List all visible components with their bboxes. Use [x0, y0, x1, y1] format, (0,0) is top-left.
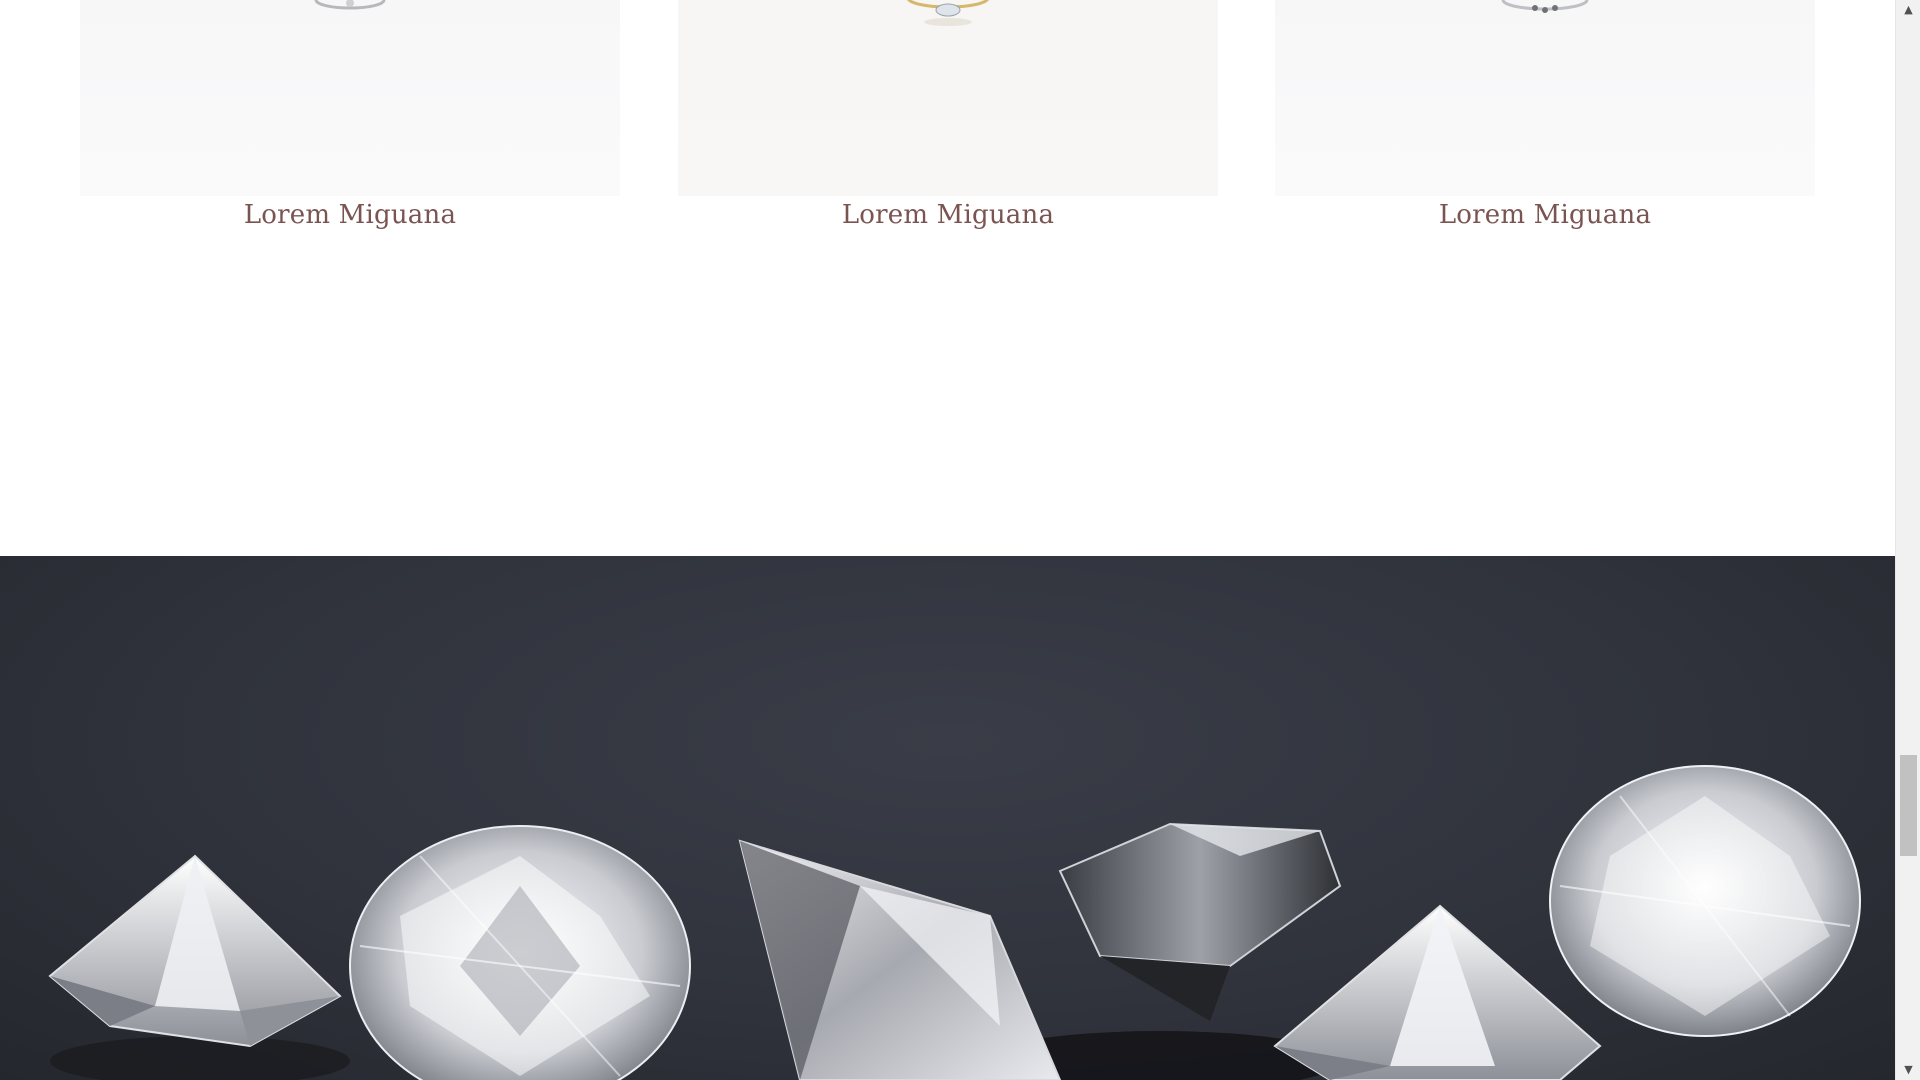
- diamond-2: [349, 825, 691, 1080]
- diamonds-image: [48, 765, 1861, 1080]
- ring-icon: [1501, 0, 1589, 13]
- page: Lorem Miguana Lorem Miguana Lorem Miguan…: [0, 0, 1895, 1080]
- hero-banner: [0, 556, 1895, 1080]
- product-image[interactable]: [80, 0, 620, 196]
- diamond-1: [48, 854, 342, 1048]
- product-title[interactable]: Lorem Miguana: [678, 200, 1218, 230]
- product-title[interactable]: Lorem Miguana: [1275, 200, 1815, 230]
- ring-icon: [907, 0, 989, 26]
- product-card[interactable]: Lorem Miguana: [1275, 0, 1815, 230]
- product-card[interactable]: Lorem Miguana: [678, 0, 1218, 230]
- vertical-scrollbar[interactable]: ▲ ▼: [1895, 0, 1920, 1080]
- diamond-3: [738, 839, 1062, 1080]
- ring-icon: [314, 0, 386, 10]
- diamond-5: [1273, 904, 1602, 1080]
- product-image[interactable]: [678, 0, 1218, 196]
- scroll-up-arrow-icon[interactable]: ▲: [1896, 0, 1920, 20]
- scroll-thumb[interactable]: [1900, 755, 1917, 856]
- diamond-4: [1058, 822, 1342, 1021]
- product-card[interactable]: Lorem Miguana: [80, 0, 620, 230]
- scroll-down-arrow-icon[interactable]: ▼: [1896, 1060, 1920, 1080]
- product-image[interactable]: [1275, 0, 1815, 196]
- diamond-6: [1549, 765, 1861, 1037]
- product-title[interactable]: Lorem Miguana: [80, 200, 620, 230]
